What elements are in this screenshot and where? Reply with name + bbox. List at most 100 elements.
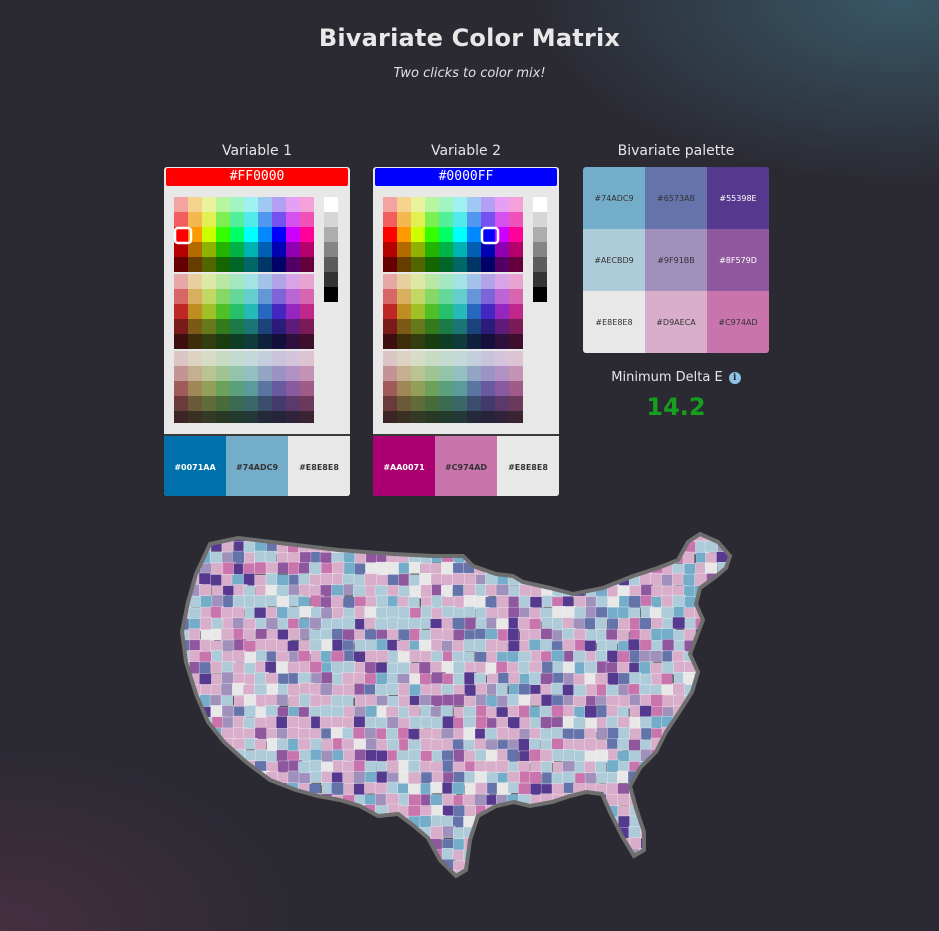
color-cell[interactable] — [188, 351, 202, 366]
color-cell[interactable] — [467, 351, 481, 366]
color-cell[interactable] — [495, 274, 509, 289]
color-cell[interactable] — [453, 319, 467, 334]
color-cell[interactable] — [453, 304, 467, 319]
color-cell[interactable] — [230, 411, 244, 423]
color-cell[interactable] — [383, 381, 397, 396]
color-cell[interactable] — [397, 396, 411, 411]
color-cell[interactable] — [467, 212, 481, 227]
color-cell[interactable] — [188, 366, 202, 381]
color-cell[interactable] — [397, 212, 411, 227]
color-cell[interactable] — [397, 242, 411, 257]
color-cell[interactable] — [481, 304, 495, 319]
color-cell[interactable] — [383, 242, 397, 257]
color-cell[interactable] — [216, 351, 230, 366]
color-cell[interactable] — [495, 289, 509, 304]
color-cell[interactable] — [481, 319, 495, 334]
color-cell[interactable] — [258, 334, 272, 349]
color-cell[interactable] — [174, 212, 188, 227]
color-cell[interactable] — [202, 396, 216, 411]
color-cell[interactable] — [216, 381, 230, 396]
color-cell[interactable] — [300, 242, 314, 257]
color-cell[interactable] — [481, 334, 495, 349]
color-cell[interactable] — [300, 227, 314, 242]
color-cell[interactable] — [411, 334, 425, 349]
color-cell[interactable] — [244, 396, 258, 411]
color-cell[interactable] — [439, 257, 453, 272]
color-cell[interactable] — [411, 319, 425, 334]
color-cell[interactable] — [383, 257, 397, 272]
color-cell[interactable] — [509, 381, 523, 396]
color-cell[interactable] — [230, 227, 244, 242]
color-cell[interactable] — [411, 197, 425, 212]
color-cell[interactable] — [481, 197, 495, 212]
color-cell[interactable] — [202, 212, 216, 227]
color-cell[interactable] — [411, 227, 425, 242]
color-cell[interactable] — [258, 289, 272, 304]
color-cell[interactable] — [216, 411, 230, 423]
color-cell[interactable] — [495, 197, 509, 212]
color-cell[interactable] — [216, 257, 230, 272]
color-cell[interactable] — [509, 197, 523, 212]
color-cell[interactable] — [272, 366, 286, 381]
variable1-color-grid[interactable] — [174, 197, 314, 423]
color-cell[interactable] — [230, 289, 244, 304]
color-cell[interactable] — [481, 351, 495, 366]
color-cell[interactable] — [300, 381, 314, 396]
color-cell[interactable] — [453, 289, 467, 304]
color-cell[interactable] — [202, 319, 216, 334]
color-cell[interactable] — [453, 334, 467, 349]
color-cell[interactable] — [286, 396, 300, 411]
color-cell[interactable] — [425, 319, 439, 334]
color-cell[interactable] — [439, 334, 453, 349]
color-cell[interactable] — [439, 304, 453, 319]
color-cell[interactable] — [467, 366, 481, 381]
color-cell[interactable] — [300, 212, 314, 227]
color-cell[interactable] — [439, 227, 453, 242]
color-cell[interactable] — [300, 274, 314, 289]
color-cell[interactable] — [383, 212, 397, 227]
color-cell[interactable] — [202, 411, 216, 423]
color-cell[interactable] — [258, 197, 272, 212]
color-cell[interactable] — [411, 212, 425, 227]
color-cell[interactable] — [411, 257, 425, 272]
color-cell[interactable] — [286, 304, 300, 319]
color-cell[interactable] — [495, 242, 509, 257]
color-cell[interactable] — [481, 396, 495, 411]
color-cell[interactable] — [425, 304, 439, 319]
color-cell[interactable] — [258, 351, 272, 366]
color-cell[interactable] — [467, 289, 481, 304]
color-cell[interactable] — [439, 197, 453, 212]
color-cell[interactable] — [481, 274, 495, 289]
color-cell[interactable] — [495, 319, 509, 334]
color-cell[interactable] — [174, 334, 188, 349]
color-cell[interactable] — [495, 381, 509, 396]
color-cell[interactable] — [258, 396, 272, 411]
color-cell[interactable] — [397, 304, 411, 319]
gray-cell[interactable] — [324, 212, 338, 227]
color-cell[interactable] — [216, 304, 230, 319]
color-cell[interactable] — [286, 212, 300, 227]
color-cell[interactable] — [258, 212, 272, 227]
gray-cell[interactable] — [324, 287, 338, 302]
color-cell[interactable] — [509, 411, 523, 423]
color-cell[interactable] — [244, 304, 258, 319]
color-cell[interactable] — [397, 334, 411, 349]
color-cell[interactable] — [467, 411, 481, 423]
color-cell[interactable] — [188, 411, 202, 423]
color-cell[interactable] — [244, 197, 258, 212]
color-cell[interactable] — [481, 381, 495, 396]
color-cell[interactable] — [397, 197, 411, 212]
gray-cell[interactable] — [324, 242, 338, 257]
color-cell[interactable] — [286, 274, 300, 289]
color-cell[interactable] — [425, 197, 439, 212]
us-county-choropleth-map[interactable] — [178, 530, 746, 887]
color-cell[interactable] — [425, 334, 439, 349]
color-cell[interactable] — [439, 366, 453, 381]
color-cell[interactable] — [425, 289, 439, 304]
color-cell[interactable] — [300, 197, 314, 212]
color-cell[interactable] — [272, 212, 286, 227]
color-cell[interactable] — [453, 366, 467, 381]
color-cell[interactable] — [439, 351, 453, 366]
color-cell[interactable] — [509, 351, 523, 366]
color-cell[interactable] — [258, 366, 272, 381]
